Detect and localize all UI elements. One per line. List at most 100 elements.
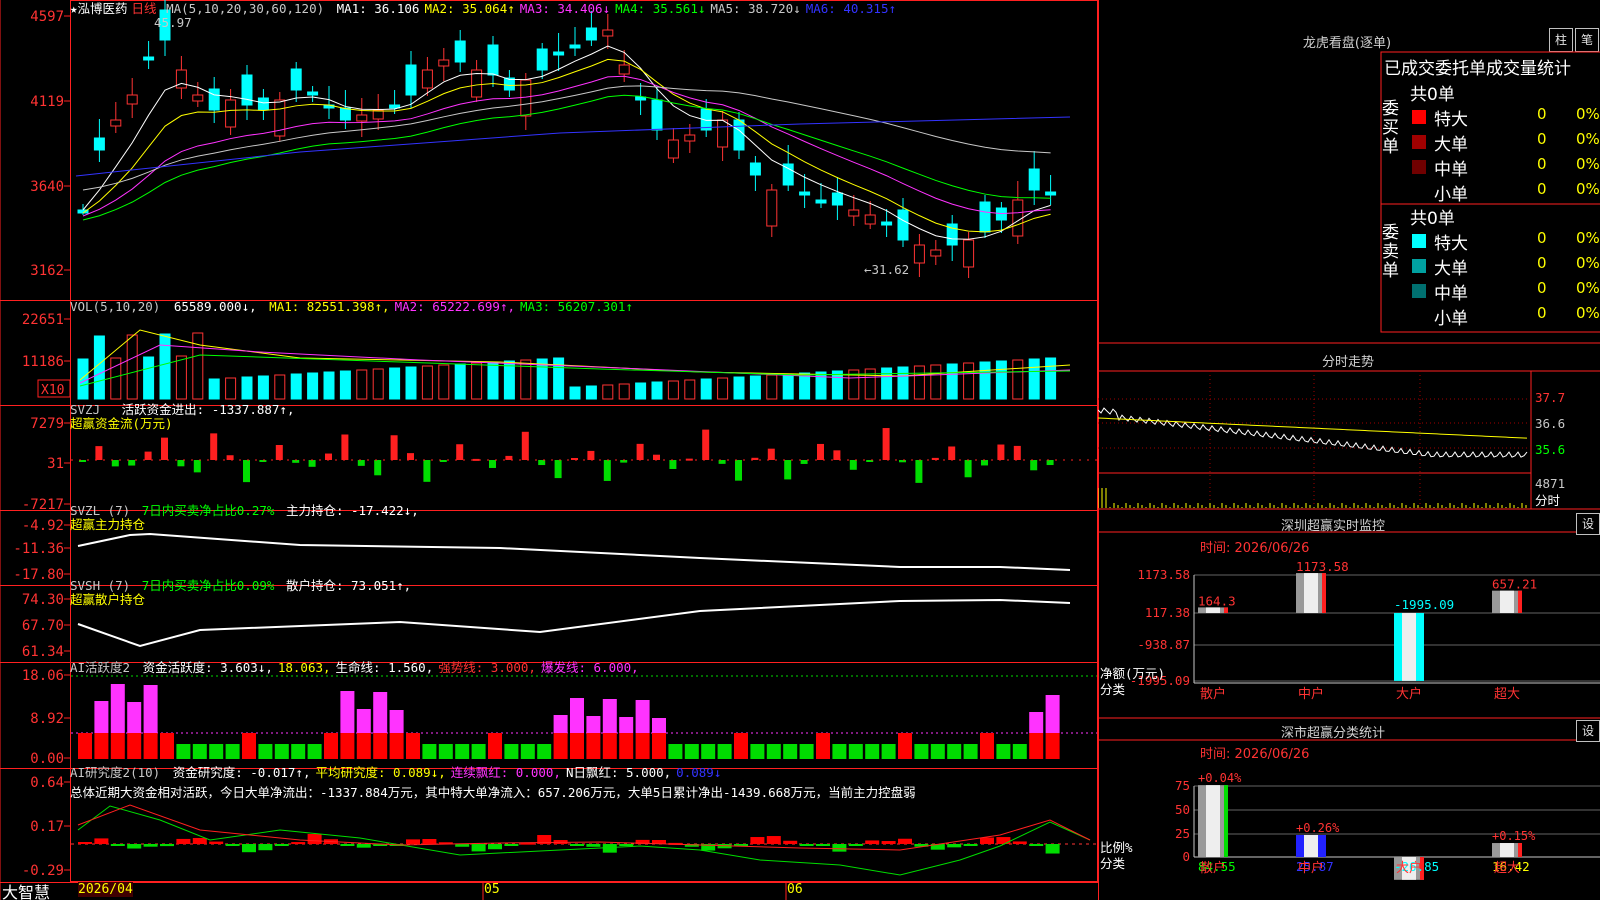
monitor-settings-button[interactable]: 设 (1576, 513, 1600, 535)
monitor-bar-highlight (1500, 590, 1514, 613)
candle-body (553, 51, 565, 56)
activity-bars (78, 684, 1060, 759)
ai1-tick-label: 8.92 (30, 711, 64, 727)
activity-burst-bar (356, 709, 371, 733)
money-flow-bar (1013, 445, 1021, 460)
volume-bar (192, 332, 204, 400)
activity-bar (78, 733, 92, 759)
monitor-bar-highlight (1304, 573, 1318, 613)
ma-value-3: MA4: 35.561↓ (615, 1, 706, 16)
volume-bar (618, 383, 630, 400)
volume-bar (421, 365, 433, 400)
ai1-value-3: 强势线: 3.000, (438, 660, 536, 675)
intraday-title: 分时走势 (1321, 355, 1374, 370)
brand-label: 大智慧 (2, 883, 51, 900)
research-bar (619, 844, 634, 846)
money-flow-bar (407, 453, 414, 460)
research-bar (963, 844, 978, 846)
research-bar (78, 842, 92, 844)
research-bar (94, 838, 109, 844)
money-flow-bar (308, 460, 316, 467)
activity-burst-bar (94, 701, 109, 733)
vol-title: VOL(5,10,20) (70, 299, 161, 314)
research-bar (602, 844, 617, 853)
x-axis-month-05: 05 (484, 882, 500, 897)
activity-bar (127, 733, 142, 759)
volume-bar (979, 361, 991, 400)
volume-bar (323, 371, 335, 400)
activity-bar (668, 744, 683, 759)
activity-bar (635, 733, 650, 759)
money-flow-bar (997, 444, 1005, 460)
classify-bar-top-label: +0.15% (1492, 829, 1536, 843)
money-flow-bar (275, 445, 283, 460)
activity-burst-bar (619, 717, 634, 733)
svzj-tick-label: -7217 (22, 497, 64, 513)
activity-bar (225, 744, 240, 759)
activity-bar (143, 733, 158, 759)
classify-settings-button[interactable]: 设 (1576, 720, 1600, 742)
monitor-time: 时间: 2026/06/26 (1200, 541, 1310, 556)
stock-name[interactable]: ★泓博医药 (70, 1, 128, 16)
activity-burst-bar (602, 699, 617, 733)
activity-bar (881, 744, 896, 759)
volume-bar (946, 363, 958, 400)
ai1-value-1: 18.063, (277, 660, 331, 675)
classify-y-tick: 0 (1182, 849, 1190, 864)
volume-bar (405, 366, 417, 400)
activity-burst-bar (143, 685, 158, 733)
volume-bar (1045, 357, 1057, 400)
money-flow-bar (472, 458, 480, 461)
money-flow-bar (981, 460, 988, 466)
low-price-label: ←31.62 (864, 262, 909, 277)
research-line-red (77, 804, 1091, 851)
monitor-bar-label: 164.3 (1198, 593, 1236, 608)
candle-body (749, 162, 761, 176)
svzl-line2: 超赢主力持仓 (70, 517, 146, 532)
ma-value-0: MA1: 36.106 (336, 1, 420, 16)
svzl-hold: 主力持仓: -17.422↓, (285, 503, 419, 518)
svsh-ratio: 7日内买卖净占比0.09% (141, 578, 275, 593)
classify-category: 散户 (1200, 860, 1226, 876)
candle-body (1045, 191, 1057, 196)
research-bar (783, 840, 798, 844)
ai2-value-2: 连续飘红: 0.000, (450, 765, 561, 780)
activity-bar (389, 733, 404, 759)
svsh-tick-label: 74.30 (22, 592, 64, 608)
activity-bar (1045, 733, 1060, 759)
ma-value-1: MA2: 35.064↑ (424, 1, 515, 16)
research-bar (160, 844, 174, 847)
candle-body (1012, 199, 1024, 237)
volume-bar (569, 386, 581, 400)
vol-current: 65589.000↓, (173, 299, 257, 314)
candle-body (454, 40, 466, 63)
activity-bar (816, 733, 830, 759)
monitor-category: 中户 (1298, 686, 1324, 702)
money-flow-bar (587, 450, 595, 460)
volume-bar (995, 360, 1007, 400)
money-flow-bar (226, 455, 234, 460)
activity-bar (980, 733, 994, 759)
candle-body (979, 201, 991, 233)
svzl-ratio: 7日内买卖净占比0.27% (141, 503, 275, 518)
activity-bar (947, 744, 962, 759)
ai1-tick-label: 0.00 (30, 751, 64, 767)
research-bar (291, 842, 306, 845)
ai2-tick-label: -0.29 (22, 863, 64, 879)
vol-ma-value-1: MA2: 65222.699↑, (394, 299, 516, 314)
period-label[interactable]: 日线 (132, 1, 157, 16)
money-flow-bar (849, 460, 857, 470)
candle-body (225, 99, 237, 128)
activity-bar (406, 733, 420, 759)
money-flow-bar (177, 460, 185, 467)
main-tick-label: 3162 (30, 263, 64, 279)
main-tick-label: 4119 (30, 94, 64, 110)
volume-bar (602, 384, 614, 400)
money-flow-bar (456, 444, 464, 460)
svzl-header: SVZL (7) 7日内买卖净占比0.27% 主力持仓: -17.422↓, 超… (70, 504, 419, 532)
money-flow-bar (193, 460, 201, 473)
volume-bar (471, 362, 483, 400)
ai2-value-1: 平均研究度: 0.089↓, (315, 765, 446, 780)
volume-bar (733, 376, 745, 400)
research-bar (799, 844, 814, 846)
